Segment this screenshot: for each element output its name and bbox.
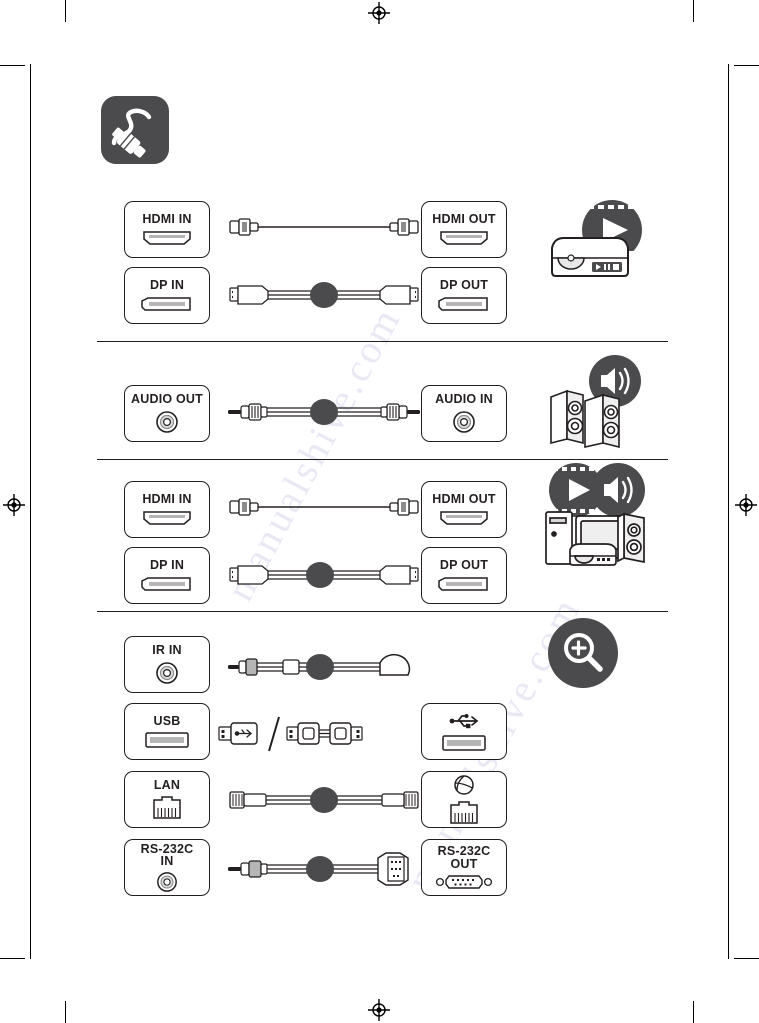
audio-jack-icon bbox=[156, 871, 178, 893]
ferrite-core bbox=[310, 282, 338, 308]
section-divider bbox=[97, 611, 668, 612]
port-label: HDMI OUT bbox=[432, 492, 496, 507]
usb-trident-icon bbox=[447, 712, 481, 730]
ferrite-core bbox=[306, 856, 334, 882]
ir-receiver-cable bbox=[228, 645, 424, 685]
port-label: DP IN bbox=[149, 278, 185, 293]
usb-a-port-icon bbox=[442, 735, 486, 751]
cable-plug-icon bbox=[101, 96, 169, 164]
port-label: HDMI IN bbox=[142, 212, 192, 227]
db9-connector-icon bbox=[377, 852, 409, 886]
hdmi-port-icon bbox=[438, 231, 490, 246]
page-border-right bbox=[728, 64, 729, 959]
port-label: LAN bbox=[153, 777, 181, 792]
hdmi-port-icon bbox=[141, 511, 193, 526]
registration-target bbox=[735, 494, 757, 516]
registration-target bbox=[3, 494, 25, 516]
audio-jack-icon bbox=[155, 410, 179, 434]
port-label: HDMI IN bbox=[142, 492, 192, 507]
crop-mark bbox=[65, 0, 66, 22]
port-label: USB bbox=[153, 713, 181, 728]
crop-mark bbox=[734, 65, 759, 66]
port-label: AUDIO OUT bbox=[131, 391, 203, 406]
port-hdmi-in[interactable]: HDMI IN bbox=[124, 481, 210, 538]
rs232-cable bbox=[228, 848, 420, 888]
port-usb-device[interactable] bbox=[421, 703, 507, 760]
globe-icon bbox=[453, 774, 475, 796]
registration-target bbox=[368, 2, 390, 24]
hdmi-port-icon bbox=[438, 511, 490, 526]
port-label: AUDIO IN bbox=[435, 391, 493, 406]
port-audio-out[interactable]: AUDIO OUT bbox=[124, 385, 210, 442]
port-dp-out[interactable]: DP OUT bbox=[421, 547, 507, 604]
usb-stick-or-cable bbox=[217, 715, 417, 753]
registration-target bbox=[368, 999, 390, 1021]
port-ir-in[interactable]: IR IN bbox=[124, 636, 210, 693]
rj45-port-icon bbox=[152, 796, 182, 820]
port-rs232c-out[interactable]: RS-232C OUT bbox=[421, 839, 507, 896]
hdmi-cable bbox=[228, 494, 420, 522]
crop-mark bbox=[0, 958, 25, 959]
port-label: RS-232C OUT bbox=[437, 844, 491, 871]
port-label: HDMI OUT bbox=[432, 212, 496, 227]
hdmi-port-icon bbox=[141, 231, 193, 246]
rj45-port-icon bbox=[449, 801, 479, 825]
usb-a-port-icon bbox=[145, 732, 189, 748]
displayport-cable bbox=[228, 278, 420, 312]
port-hdmi-out[interactable]: HDMI OUT bbox=[421, 201, 507, 258]
crop-mark bbox=[734, 958, 759, 959]
ferrite-core bbox=[310, 787, 338, 813]
ferrite-core bbox=[306, 654, 334, 680]
lan-cable bbox=[228, 783, 420, 817]
section-divider bbox=[97, 459, 668, 460]
port-label: RS-232C IN bbox=[140, 841, 194, 868]
usb-flash-drive-icon bbox=[218, 722, 258, 745]
speaker-volume-icon bbox=[591, 463, 645, 517]
ir-receiver-dome bbox=[379, 653, 411, 676]
audio-jack-icon bbox=[452, 410, 476, 434]
port-audio-in[interactable]: AUDIO IN bbox=[421, 385, 507, 442]
db9-port-icon bbox=[435, 873, 493, 890]
crop-mark bbox=[65, 1001, 66, 1023]
page-border-left bbox=[30, 64, 31, 959]
port-hdmi-out[interactable]: HDMI OUT bbox=[421, 481, 507, 538]
audio-jack-icon bbox=[155, 661, 179, 685]
device-speakers bbox=[545, 355, 650, 449]
port-dp-in[interactable]: DP IN bbox=[124, 547, 210, 604]
port-dp-out[interactable]: DP OUT bbox=[421, 267, 507, 324]
hdmi-cable bbox=[228, 214, 420, 242]
displayport-port-icon bbox=[141, 297, 193, 312]
port-label: DP OUT bbox=[439, 278, 489, 293]
crop-mark bbox=[693, 1001, 694, 1023]
crop-mark bbox=[693, 0, 694, 22]
port-label: DP IN bbox=[149, 558, 185, 573]
port-network[interactable] bbox=[421, 771, 507, 828]
port-usb[interactable]: USB bbox=[124, 703, 210, 760]
usb-cable-icon bbox=[286, 722, 363, 745]
ferrite-core bbox=[306, 562, 334, 588]
device-dvd-player bbox=[540, 200, 650, 290]
port-label: IR IN bbox=[152, 642, 182, 657]
manual-page: manualshive.com manualshive.com bbox=[0, 0, 759, 1023]
port-dp-in[interactable]: DP IN bbox=[124, 267, 210, 324]
device-pc-monitor-speakers bbox=[540, 462, 652, 574]
section-divider bbox=[97, 341, 668, 342]
port-lan[interactable]: LAN bbox=[124, 771, 210, 828]
magnifier-plus-icon bbox=[548, 618, 618, 688]
displayport-port-icon bbox=[438, 297, 490, 312]
ferrite-core bbox=[310, 399, 338, 425]
port-rs232c-in[interactable]: RS-232C IN bbox=[124, 839, 210, 896]
displayport-port-icon bbox=[141, 577, 193, 592]
port-label: DP OUT bbox=[439, 558, 489, 573]
port-hdmi-in[interactable]: HDMI IN bbox=[124, 201, 210, 258]
option-separator bbox=[268, 716, 280, 752]
displayport-cable bbox=[228, 558, 420, 592]
displayport-port-icon bbox=[438, 577, 490, 592]
audio-3.5mm-cable bbox=[228, 395, 420, 429]
crop-mark bbox=[0, 65, 25, 66]
